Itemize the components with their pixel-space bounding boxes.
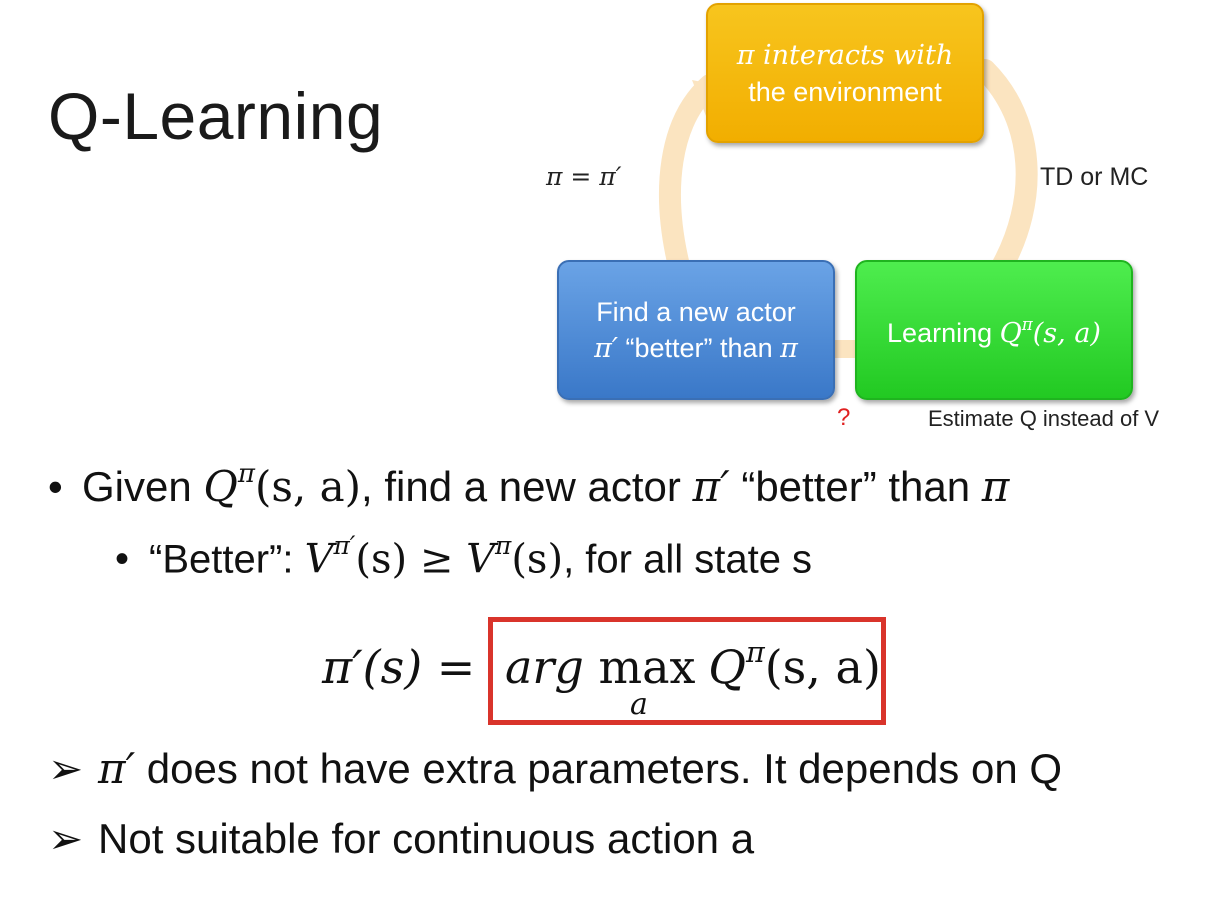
find-new-actor-box: Find a new actor π′ “better” than π bbox=[557, 260, 835, 400]
bullet-not-continuous: ➢ Not suitable for continuous action a bbox=[48, 814, 754, 863]
eq-args: (s, a) bbox=[764, 640, 881, 694]
bullet-better-definition: • “Better”: Vπ′(s) ≥ Vπ(s), for all state… bbox=[115, 531, 813, 583]
b3-text: does not have extra parameters. It depen… bbox=[135, 745, 1063, 792]
b2-arg1: (s) ≥ bbox=[355, 536, 467, 583]
interacts-environment-box: π interacts with the environment bbox=[706, 3, 984, 143]
question-mark: ? bbox=[837, 404, 851, 431]
box-interacts-line2: the environment bbox=[748, 76, 942, 107]
box-actor-pi: π bbox=[780, 332, 798, 364]
b2-sup1: π′ bbox=[333, 531, 356, 561]
arrow-bullet-icon: ➢ bbox=[48, 745, 84, 792]
b1-q: Q bbox=[203, 462, 238, 511]
b3-pi-prime: π′ bbox=[98, 744, 136, 793]
b2-arg2: (s) bbox=[511, 536, 564, 583]
b1-args: (s, a) bbox=[254, 462, 362, 511]
b1-end: “better” than bbox=[729, 463, 982, 510]
bullet-dot: • bbox=[48, 463, 63, 510]
box-actor-line1: Find a new actor bbox=[596, 296, 796, 327]
eq-arg: arg bbox=[505, 640, 599, 694]
b2-prefix: “Better”: bbox=[149, 537, 305, 582]
b1-prefix: Given bbox=[82, 463, 204, 510]
b1-pi: π bbox=[981, 462, 1010, 511]
box-actor-pi-prime: π′ bbox=[594, 332, 619, 364]
b2-v2: V bbox=[466, 536, 495, 583]
box-learning-q: Q bbox=[999, 318, 1022, 349]
eq-sup: π bbox=[745, 636, 765, 670]
bullet-given-q: • Given Qπ(s, a), find a new actor π′ “be… bbox=[48, 459, 1010, 511]
box-learning-args: (s, a) bbox=[1032, 318, 1101, 349]
estimate-q-label: Estimate Q instead of V bbox=[928, 406, 1160, 431]
box-learning-text: Learning bbox=[887, 318, 1000, 348]
box-learning-sup: π bbox=[1021, 313, 1033, 334]
box-interacts-line1: π interacts with bbox=[736, 39, 954, 71]
b2-v1: V bbox=[304, 536, 334, 583]
b4-text: Not suitable for continuous action a bbox=[98, 815, 755, 862]
eq-q: Q bbox=[708, 640, 746, 694]
slide-title: Q-Learning bbox=[48, 79, 384, 153]
arrow-bullet-icon: ➢ bbox=[48, 815, 84, 862]
b1-pi-prime: π′ bbox=[692, 462, 730, 511]
b1-mid: , find a new actor bbox=[361, 463, 693, 510]
sub-bullet-dot: • bbox=[115, 537, 130, 582]
b1-sup: π bbox=[237, 459, 255, 490]
policy-update-label: π = π′ bbox=[546, 162, 622, 191]
td-or-mc-label: TD or MC bbox=[1040, 163, 1149, 191]
bullet-no-extra-params: ➢ π′ does not have extra parameters. It d… bbox=[48, 744, 1062, 793]
box-actor-better-text: “better” than bbox=[618, 332, 781, 363]
equation-lhs: π′(s) = bbox=[322, 640, 476, 694]
b2-end: , for all state s bbox=[563, 537, 813, 582]
eq-max-subscript: a bbox=[630, 687, 648, 722]
learning-q-box: Learning Qπ(s, a) bbox=[855, 260, 1133, 400]
b2-sup2: π bbox=[495, 531, 512, 561]
equation-rhs: arg max Qπ(s, a) bbox=[505, 636, 881, 694]
eq-max: max bbox=[598, 640, 696, 694]
